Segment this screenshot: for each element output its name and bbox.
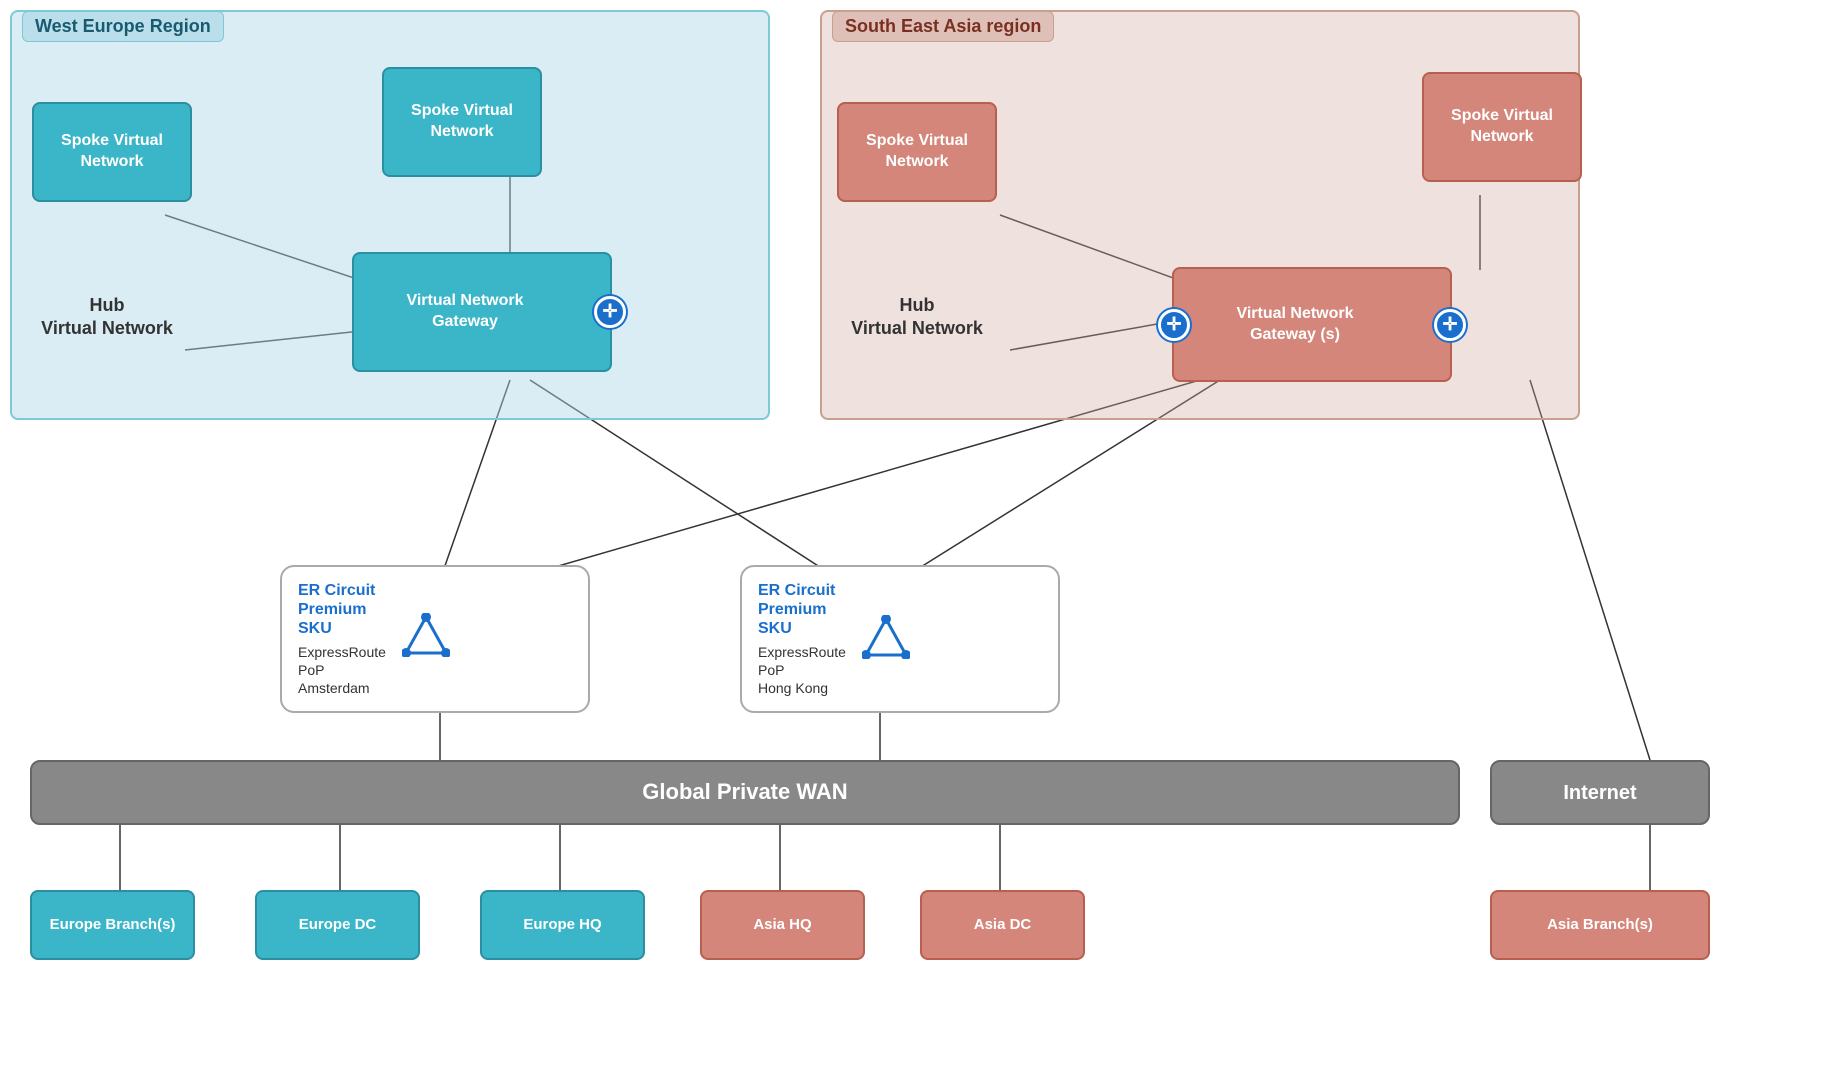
west-hub-node: Hub Virtual Network [27, 267, 187, 367]
west-gateway-node: Virtual Network Gateway ✛ [352, 252, 612, 372]
asia-branches-node: Asia Branch(s) [1490, 890, 1710, 960]
sea-region-label: South East Asia region [832, 11, 1054, 42]
asia-hq-node: Asia HQ [700, 890, 865, 960]
asia-dc-node: Asia DC [920, 890, 1085, 960]
europe-dc-node: Europe DC [255, 890, 420, 960]
sea-gateway-node: Virtual Network Gateway (s) ✛ ✛ [1172, 267, 1452, 382]
er-amsterdam-pop-label: ExpressRoute PoP Amsterdam [298, 643, 386, 698]
sea-region: South East Asia region Spoke Virtual Net… [820, 10, 1580, 420]
sea-gateway-icon1: ✛ [1158, 309, 1190, 341]
west-region-label: West Europe Region [22, 11, 224, 42]
global-wan-node: Global Private WAN [30, 760, 1460, 825]
network-diagram: West Europe Region Spoke Virtual Network… [0, 0, 1827, 1086]
sea-gateway-icon2: ✛ [1434, 309, 1466, 341]
west-europe-region: West Europe Region Spoke Virtual Network… [10, 10, 770, 420]
sea-spoke2-node: Spoke Virtual Network [1422, 72, 1582, 182]
er-amsterdam-text: ER Circuit Premium SKU ExpressRoute PoP … [298, 581, 386, 697]
sea-hub-node: Hub Virtual Network [837, 272, 997, 362]
europe-branches-node: Europe Branch(s) [30, 890, 195, 960]
west-gateway-icon: ✛ [594, 296, 626, 328]
west-spoke1-node: Spoke Virtual Network [32, 102, 192, 202]
er-hongkong-text: ER Circuit Premium SKU ExpressRoute PoP … [758, 581, 846, 697]
sea-spoke1-node: Spoke Virtual Network [837, 102, 997, 202]
er-amsterdam-node: ER Circuit Premium SKU ExpressRoute PoP … [280, 565, 590, 713]
west-spoke2-node: Spoke Virtual Network [382, 67, 542, 177]
er-hongkong-node: ER Circuit Premium SKU ExpressRoute PoP … [740, 565, 1060, 713]
europe-hq-node: Europe HQ [480, 890, 645, 960]
er-amsterdam-circuit-label: ER Circuit Premium SKU [298, 581, 375, 639]
internet-node: Internet [1490, 760, 1710, 825]
er-hongkong-circuit-label: ER Circuit Premium SKU [758, 581, 835, 639]
er-hongkong-pop-label: ExpressRoute PoP Hong Kong [758, 643, 846, 698]
er-hongkong-icon [862, 615, 910, 664]
er-amsterdam-icon [402, 613, 450, 666]
